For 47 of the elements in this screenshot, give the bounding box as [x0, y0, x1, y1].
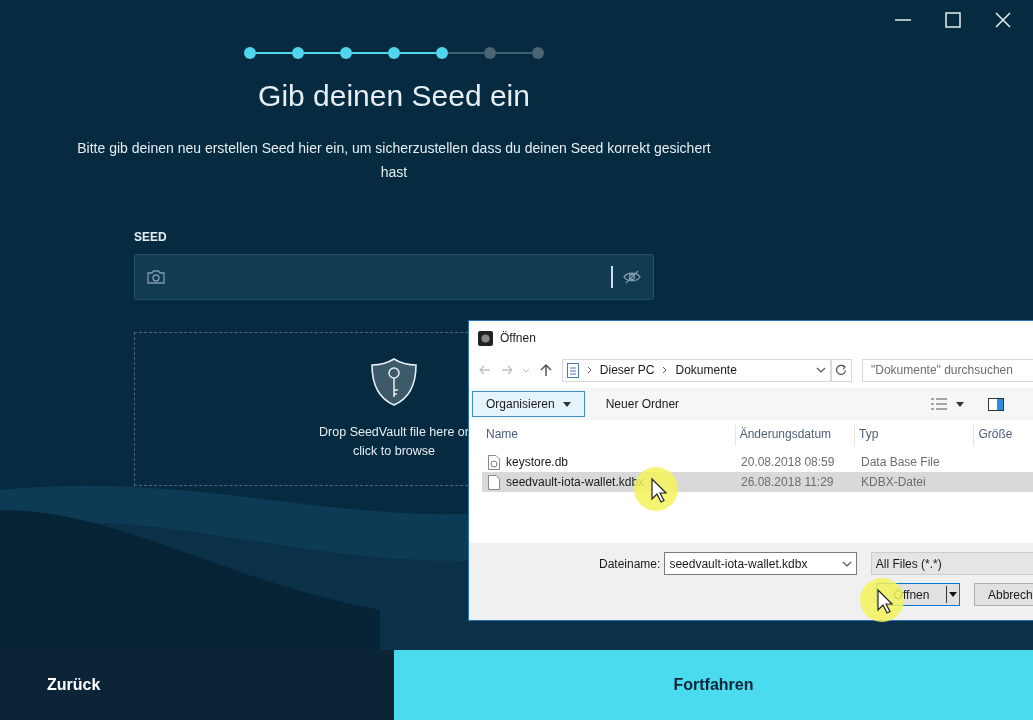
file-date: 26.08.2018 11:29: [740, 474, 835, 491]
dialog-title: Öffnen: [500, 330, 536, 347]
app-icon: [478, 330, 493, 346]
breadcrumb-item[interactable]: Dokumente: [675, 361, 737, 379]
camera-icon[interactable]: [147, 270, 165, 284]
filename-label: Dateiname:: [599, 555, 661, 573]
file-type: Data Base File: [860, 454, 941, 471]
file-date: 20.08.2018 08:59: [740, 454, 836, 471]
search-field[interactable]: "Dokumente" durchsuchen: [861, 358, 1033, 382]
toolbar-button[interactable]: Organisieren: [472, 391, 585, 417]
description: Bitte gib deinen neu erstellen Seed hier ein, um sicherzustellen dass du deinen Seed korrekt gesichert hast: [76, 139, 712, 182]
page-title: Gib deinen Seed ein: [258, 78, 530, 114]
shield-key-icon: [370, 357, 418, 407]
caret-icon[interactable]: [956, 401, 964, 407]
column-header[interactable]: Name: [482, 425, 736, 446]
file-name: keystore.db: [506, 454, 569, 471]
seed-label: SEED: [134, 229, 168, 246]
file-type: KDBX-Datei: [860, 474, 927, 491]
file-icon: [488, 474, 500, 490]
refresh-button[interactable]: [830, 358, 852, 382]
back-button[interactable]: Zurück: [0, 650, 394, 720]
refresh-icon: [835, 364, 848, 376]
dropzone-text: Drop SeedVault file here or click to browse: [319, 424, 469, 460]
up-arrow-icon[interactable]: [540, 363, 552, 377]
chevron-right-icon: [662, 366, 668, 374]
column-header[interactable]: Typ: [855, 425, 975, 446]
filename-field[interactable]: seedvault-iota-wallet.kdbx: [664, 552, 857, 575]
chevron-right-icon: [586, 366, 592, 374]
chevron-down-icon[interactable]: [841, 560, 852, 567]
file-type-filter[interactable]: All Files (*.*): [870, 552, 1033, 575]
database-file-icon: [488, 454, 500, 470]
caret-icon: [949, 592, 957, 597]
chevron-down-icon[interactable]: [815, 367, 826, 373]
close-icon[interactable]: [995, 12, 1011, 28]
column-header[interactable]: Größe: [974, 425, 1033, 446]
column-header[interactable]: Änderungsdatum: [735, 425, 856, 446]
caret-icon: [562, 401, 571, 407]
document-icon: [566, 362, 579, 378]
minimize-icon[interactable]: [895, 18, 911, 22]
eye-slash-icon[interactable]: [623, 270, 641, 284]
maximize-icon[interactable]: [945, 12, 961, 28]
seed-input-field[interactable]: [134, 254, 654, 300]
breadcrumb-item[interactable]: Dieser PC: [599, 361, 655, 379]
cancel-button[interactable]: Abbrech: [974, 583, 1033, 606]
preview-pane-icon[interactable]: [988, 397, 1004, 411]
continue-button[interactable]: Fortfahren: [394, 650, 1033, 720]
address-bar[interactable]: Dieser PC Dokumente: [561, 358, 831, 382]
